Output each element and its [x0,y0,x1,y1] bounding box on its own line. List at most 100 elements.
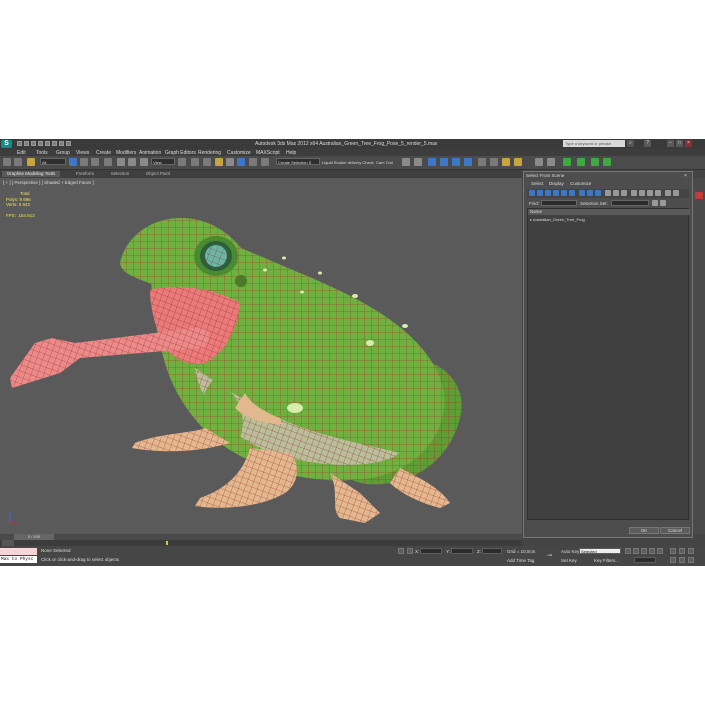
layer-manager-icon[interactable] [428,158,436,166]
delivery-check-label[interactable]: + delivery Check [344,160,374,165]
help-icon[interactable]: ? [644,140,651,147]
open-file-icon[interactable] [24,141,29,146]
unlink-icon[interactable] [14,158,22,166]
previous-frame-icon[interactable] [633,548,639,554]
spinner-snap-icon[interactable] [249,158,257,166]
zoom-extents-icon[interactable] [688,548,694,554]
select-all-icon[interactable] [631,190,637,196]
dialog-menu-select[interactable]: Select [531,181,544,186]
render-frame-icon[interactable] [502,158,510,166]
search-field[interactable]: Type a keyword or phrase [563,140,625,147]
command-panel-color-swatch[interactable] [695,192,703,199]
display-xrefs-icon[interactable] [587,190,593,196]
display-all-icon[interactable] [605,190,611,196]
maxscript-input[interactable]: Max to Physc [0,556,37,563]
maximize-button[interactable]: □ [676,140,683,147]
cancel-button[interactable]: Cancel [660,527,690,534]
set-key-button[interactable]: Set Key [561,558,577,563]
plugin-icon[interactable] [603,158,611,166]
display-cameras-icon[interactable] [553,190,559,196]
list-header-name[interactable]: Name [528,209,690,215]
current-frame-field[interactable] [634,557,656,563]
field-of-view-icon[interactable] [670,557,676,563]
display-shapes-icon[interactable] [537,190,543,196]
display-geometry-icon[interactable] [529,190,535,196]
display-spacewarps-icon[interactable] [569,190,575,196]
snaps-toggle-icon[interactable] [215,158,223,166]
select-manipulate-icon[interactable] [191,158,199,166]
key-icon[interactable]: ⊸ [547,552,552,559]
maxscript-listener[interactable]: Max to Physc [0,548,37,564]
select-invert-icon[interactable] [647,190,653,196]
dialog-menu-display[interactable]: Display [549,181,564,186]
tab-freeform[interactable]: Freeform [66,171,104,177]
sync-selection-icon[interactable] [655,190,661,196]
magnet-icon[interactable] [563,158,571,166]
hold-icon[interactable] [52,141,57,146]
window-crossing-icon[interactable] [104,158,112,166]
render-icon[interactable] [514,158,522,166]
lock-selection-icon[interactable] [398,548,404,554]
select-by-name-icon[interactable] [80,158,88,166]
key-filters-button[interactable]: Key Filters... [594,558,619,563]
y-coordinate-field[interactable] [451,548,473,554]
liquid-studio-label[interactable]: Liquid Studio [322,160,345,165]
select-none-icon[interactable] [639,190,645,196]
cam-tool-label[interactable]: Cam Tool [376,160,393,165]
go-to-start-icon[interactable] [625,548,631,554]
new-file-icon[interactable] [17,141,22,146]
save-file-icon[interactable] [31,141,36,146]
display-children-icon[interactable] [665,190,671,196]
display-invert-icon[interactable] [621,190,627,196]
display-helpers-icon[interactable] [561,190,567,196]
selection-set-dropdown[interactable] [611,200,649,206]
app-logo-icon[interactable]: S [1,140,12,148]
new-selection-set-icon[interactable] [660,200,666,206]
percent-snap-icon[interactable] [237,158,245,166]
select-link-icon[interactable] [3,158,11,166]
tab-selection[interactable]: Selection [104,171,136,177]
frog-model[interactable] [0,178,522,534]
orbit-icon[interactable] [688,557,694,563]
search-icon[interactable]: ⌕ [627,140,634,147]
undo-icon[interactable] [38,141,43,146]
curve-editor-icon[interactable] [452,158,460,166]
key-mode-dropdown[interactable]: Selected [579,548,621,554]
ok-button[interactable]: OK [629,527,659,534]
selection-set-icon[interactable] [652,200,658,206]
graphite-tools-icon[interactable] [440,158,448,166]
fetch-icon[interactable] [59,141,64,146]
absolute-mode-icon[interactable] [407,548,413,554]
maxscript-output[interactable] [0,548,37,555]
minimize-button[interactable]: – [667,140,674,147]
named-selection-set-dropdown[interactable]: Create Selection S [276,158,320,165]
refresh-icon[interactable] [577,158,585,166]
reference-coordinate-dropdown[interactable]: View [151,158,175,165]
z-coordinate-field[interactable] [482,548,502,554]
go-to-end-icon[interactable] [657,548,663,554]
display-bones-icon[interactable] [595,190,601,196]
keyboard-shortcut-icon[interactable] [203,158,211,166]
edit-named-selection-icon[interactable] [261,158,269,166]
rectangular-selection-icon[interactable] [91,158,99,166]
zoom-all-icon[interactable] [679,548,685,554]
scene-object-list[interactable]: Name ▸ Australian_Green_Tree_Frog [527,208,690,520]
x-coordinate-field[interactable] [420,548,442,554]
modify-icon[interactable] [547,158,555,166]
play-icon[interactable] [641,548,647,554]
export-icon[interactable] [591,158,599,166]
redo-icon[interactable] [45,141,50,146]
rotate-icon[interactable] [128,158,136,166]
time-marker[interactable] [166,541,168,545]
next-frame-icon[interactable] [649,548,655,554]
tab-graphite-modeling-tools[interactable]: Graphite Modeling Tools [2,171,60,177]
selection-filter-dropdown[interactable]: All [40,158,66,165]
bind-space-warp-icon[interactable] [27,158,35,166]
scale-icon[interactable] [140,158,148,166]
list-item[interactable]: ▸ Australian_Green_Tree_Frog [530,217,585,222]
select-icon[interactable] [69,158,77,166]
render-setup-icon[interactable] [490,158,498,166]
angle-snap-icon[interactable] [226,158,234,166]
material-editor-icon[interactable] [478,158,486,166]
schematic-view-icon[interactable] [464,158,472,166]
